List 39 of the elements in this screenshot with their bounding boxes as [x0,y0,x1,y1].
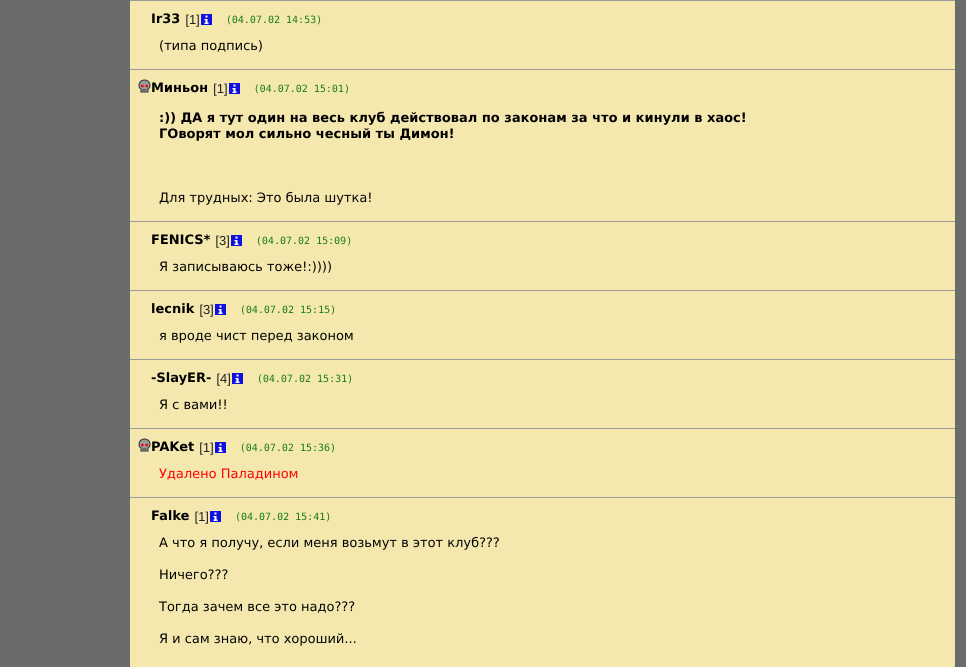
post-date: (04.07.02 15:41) [234,512,332,522]
author-level: [3] [199,302,214,316]
author-name[interactable]: Ir33 [151,12,180,26]
post-date: (04.07.02 15:09) [256,236,352,246]
author-level: [4] [216,370,231,386]
info-icon[interactable] [228,82,240,94]
author-name[interactable]: -SlayER- [151,370,212,386]
deleted-notice: Удалено Паладином [159,466,300,484]
post-text: Я и сам знаю, что хороший... [159,631,358,649]
post-text: (типа подпись) [159,38,264,56]
info-icon[interactable] [230,234,242,246]
author-name[interactable]: PAKet [151,440,194,454]
post-text: А что я получу, если меня возьмут в этот клуб??? [159,535,501,553]
info-icon[interactable] [200,14,212,24]
post-date: (04.07.02 15:31) [256,374,354,384]
post-text: я вроде чист перед законом [159,328,355,346]
info-icon[interactable] [214,442,226,452]
info-icon[interactable] [210,510,221,522]
post-text: :)) ДА я тут один на весь клуб действовал по законам за что и кинули в хаос! ГОворят мол сильно чесный ты Димон! [159,111,748,143]
info-icon[interactable] [232,372,243,384]
post-date: (04.07.02 15:36) [240,442,336,454]
author-level: [1] [185,12,200,26]
author-level: [3] [215,232,230,248]
post-text: Ничего??? [159,567,230,585]
author-name[interactable]: lecnik [151,302,194,316]
info-icon[interactable] [214,304,226,314]
author-level: [1] [194,508,209,524]
post-date: (04.07.02 14:53) [226,14,322,26]
post-date: (04.07.02 15:15) [240,304,336,316]
author-level: [1] [199,440,214,454]
author-name[interactable]: Falke [151,508,190,524]
author-level: [1] [213,80,228,96]
post-text: Я с вами!! [159,397,229,415]
author-name[interactable]: Миньон [151,80,208,96]
post-text: Тогда зачем все это надо??? [159,599,356,617]
author-name[interactable]: FENICS* [151,232,210,248]
post-text: Я записываюсь тоже!:)))) [159,259,334,277]
post-text: Для трудных: Это была шутка! [159,190,374,208]
post-date: (04.07.02 15:01) [254,84,350,94]
